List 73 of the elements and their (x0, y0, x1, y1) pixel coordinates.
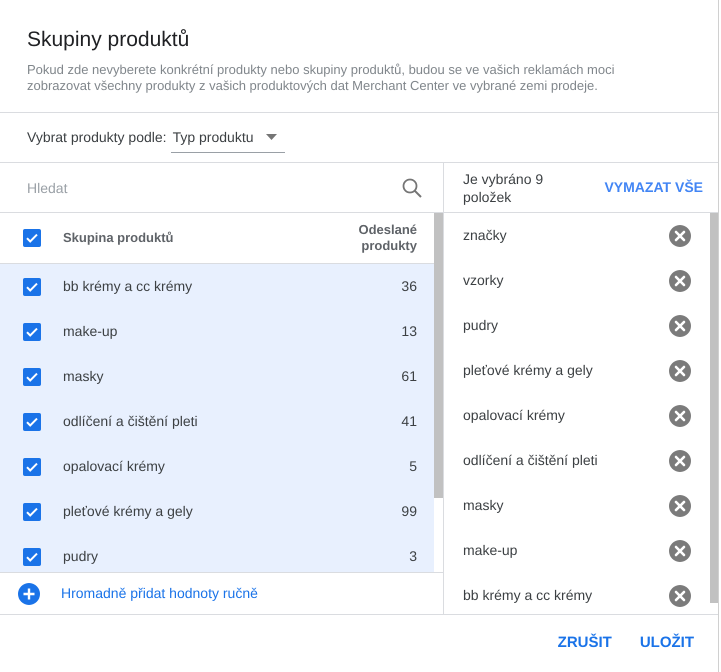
close-icon (669, 494, 691, 516)
caret-icon (266, 134, 276, 140)
selected-item-label: masky (463, 496, 504, 515)
remove-button[interactable] (669, 540, 691, 562)
checkbox[interactable] (23, 458, 41, 476)
close-icon (669, 450, 691, 472)
selected-item-label: značky (463, 226, 508, 245)
close-icon (669, 540, 691, 562)
remove-button[interactable] (669, 494, 691, 516)
close-icon (669, 224, 691, 246)
plus-icon (18, 582, 40, 604)
product-group-name: bb krémy a cc krémy (63, 277, 194, 296)
product-group-name: make-up (63, 322, 118, 341)
dialog-title: Skupiny produktů (27, 27, 190, 53)
dialog-description: Pokud zde nevyberete konkrétní produkty nebo skupiny produktů, budou se ve vašich reklamách moci zobrazovat všechny produkty z vašich produktových dat Merchant Center ve vybrané zemi prodeje. (27, 62, 616, 94)
remove-button[interactable] (669, 314, 691, 336)
close-icon (669, 404, 691, 426)
product-group-name: opalovací krémy (63, 457, 166, 476)
checkbox[interactable] (23, 278, 41, 296)
cancel-button[interactable]: ZRUŠIT (550, 626, 620, 661)
bulk-add-link[interactable]: Hromadně přidat hodnoty ručně (0, 572, 443, 614)
close-icon (669, 314, 691, 336)
search-field[interactable]: Hledat (27, 172, 402, 202)
scrollbar-thumb[interactable] (434, 213, 443, 498)
product-count: 61 (401, 367, 417, 386)
selected-item-label: vzorky (463, 271, 504, 290)
close-icon (669, 584, 691, 606)
scrollbar-thumb[interactable] (710, 213, 718, 603)
checkbox[interactable] (23, 502, 41, 520)
remove-button[interactable] (669, 360, 691, 382)
remove-button[interactable] (669, 224, 691, 246)
product-count: 13 (401, 322, 417, 341)
search-icon (402, 178, 422, 198)
remove-button[interactable] (669, 270, 691, 292)
column-header: Odeslané produkty (357, 222, 417, 254)
product-count: 3 (409, 547, 417, 566)
checkbox[interactable] (23, 229, 41, 247)
selected-item-label: pleťové krémy a gely (463, 361, 594, 380)
product-type-dropdown[interactable]: Typ produktu (170, 122, 284, 152)
checkbox[interactable] (23, 548, 41, 566)
filter-label: Vybrat produkty podle: (27, 128, 167, 147)
product-group-name: odlíčení a čištění pleti (63, 412, 199, 431)
checkbox[interactable] (23, 322, 41, 340)
product-group-name: pleťové krémy a gely (63, 502, 194, 521)
checkbox[interactable] (23, 368, 41, 386)
close-icon (669, 270, 691, 292)
table-row[interactable]: pudry 3 (0, 534, 434, 572)
product-group-name: pudry (63, 547, 100, 566)
remove-button[interactable] (669, 404, 691, 426)
product-count: 41 (401, 412, 417, 431)
selected-item-label: pudry (463, 316, 500, 335)
checkbox[interactable] (23, 412, 41, 430)
table-row[interactable]: bb krémy a cc krémy 36 (0, 264, 434, 309)
selected-item-label: opalovací krémy (463, 406, 566, 425)
table-row[interactable]: odlíčení a čištění pleti 41 (0, 399, 434, 444)
selected-item-label: bb krémy a cc krémy (463, 586, 594, 605)
column-header: Skupina produktů (63, 229, 174, 248)
table-row[interactable]: opalovací krémy 5 (0, 444, 434, 489)
remove-button[interactable] (669, 450, 691, 472)
product-count: 36 (401, 277, 417, 296)
close-icon (669, 360, 691, 382)
remove-button[interactable] (669, 584, 691, 606)
table-row[interactable]: pleťové krémy a gely 99 (0, 489, 434, 534)
selected-item-label: odlíčení a čištění pleti (463, 451, 599, 470)
product-group-name: masky (63, 367, 104, 386)
selection-summary: Je vybráno 9 položek (463, 170, 544, 206)
table-row[interactable]: masky 61 (0, 354, 434, 399)
selected-item-label: make-up (463, 541, 518, 560)
save-button[interactable]: ULOŽIT (632, 626, 702, 661)
product-count: 99 (401, 502, 417, 521)
table-row[interactable]: make-up 13 (0, 309, 434, 354)
product-count: 5 (409, 457, 417, 476)
clear-all-button[interactable]: VYMAZAT VŠE (600, 177, 707, 198)
